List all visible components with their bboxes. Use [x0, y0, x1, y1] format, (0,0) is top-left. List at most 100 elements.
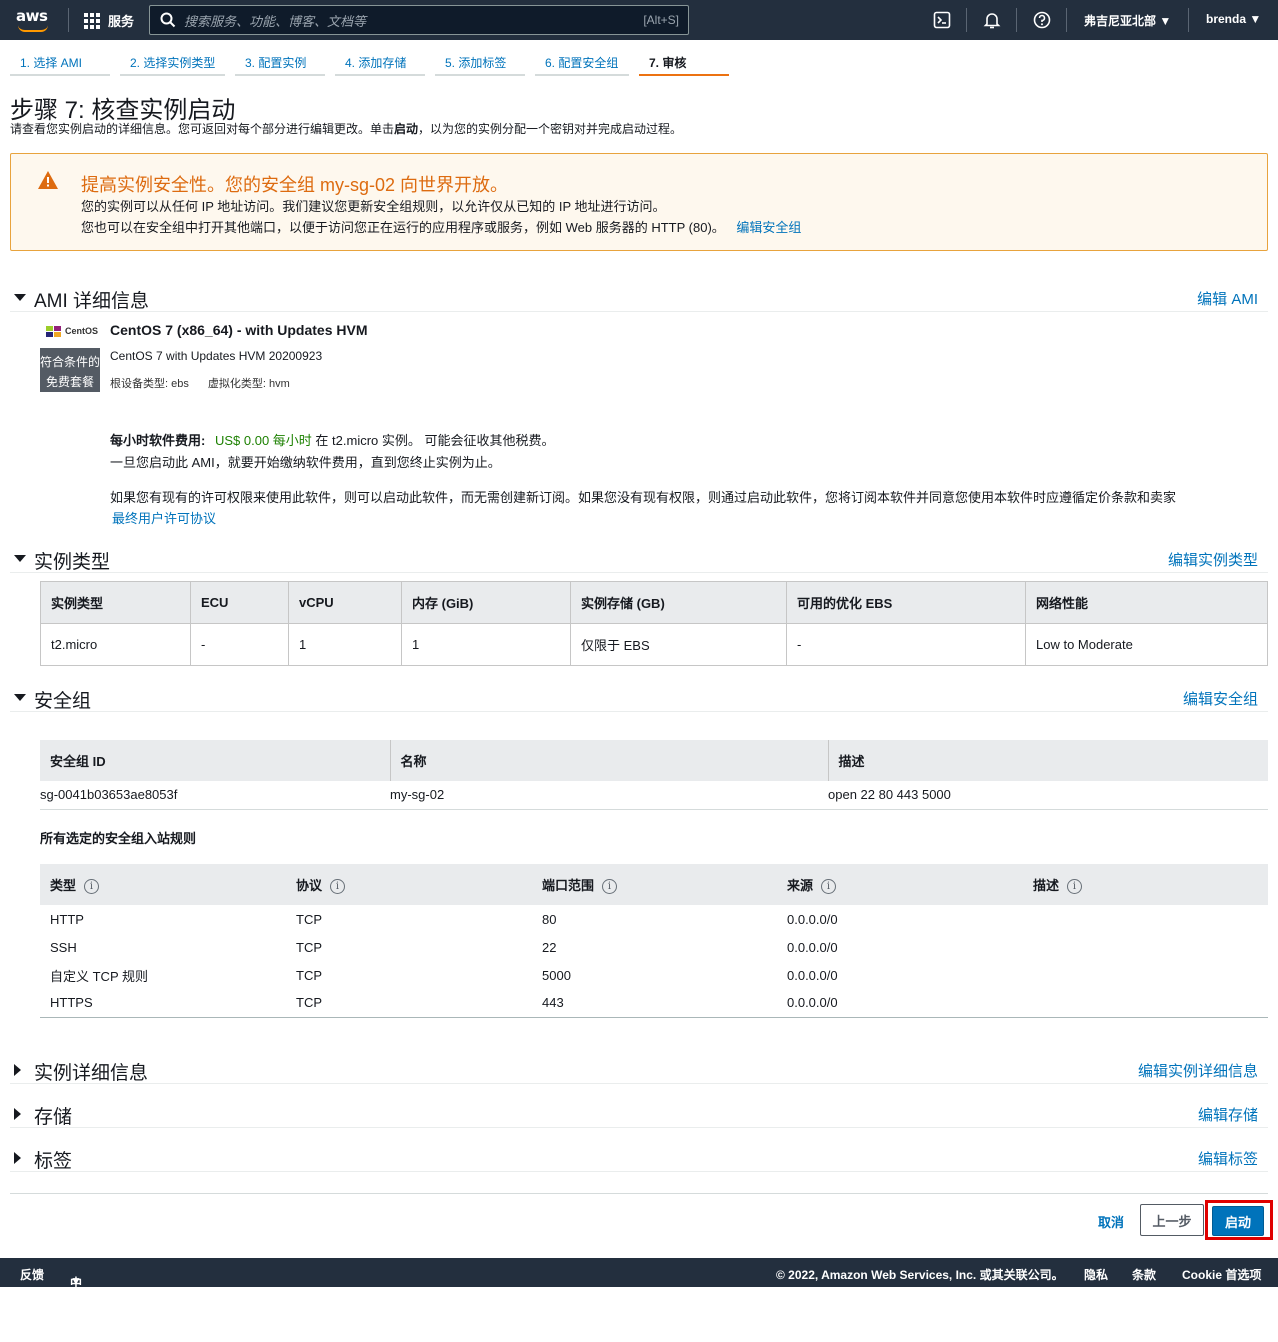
bell-icon[interactable]	[982, 10, 1002, 30]
warning-title: 提高实例安全性。您的安全组 my-sg-02 向世界开放。	[81, 175, 509, 195]
edit-security-group-link[interactable]: 编辑安全组	[1183, 688, 1258, 709]
cancel-button[interactable]: 取消	[1098, 1212, 1124, 1231]
info-icon[interactable]: i	[84, 879, 100, 895]
ami-meta: 根设备类型: ebs 虚拟化类型: hvm	[110, 375, 290, 391]
page-subtitle: 请查看您实例启动的详细信息。您可返回对每个部分进行编辑更改。单击启动，以为您的实…	[10, 120, 682, 137]
info-icon[interactable]: i	[1067, 879, 1083, 895]
edit-instance-type-link[interactable]: 编辑实例类型	[1168, 549, 1258, 570]
privacy-link[interactable]: 隐私	[1084, 1266, 1108, 1283]
info-icon[interactable]: i	[821, 879, 837, 895]
subtitle-text: ，以为您的实例分配一个密钥对并完成启动过程。	[418, 122, 683, 136]
step-add-storage[interactable]: 4. 添加存储	[335, 46, 425, 76]
table-cell: sg-0041b03653ae8053f	[40, 781, 390, 810]
table-header-row: 实例类型 ECU vCPU 内存 (GiB) 实例存储 (GB) 可用的优化 E…	[40, 581, 1268, 624]
table-cell: 5000	[542, 967, 571, 983]
column-header: 可用的优化 EBS	[786, 581, 1026, 624]
edit-tags-link[interactable]: 编辑标签	[1198, 1148, 1258, 1169]
divider	[1066, 8, 1067, 32]
step-review[interactable]: 7. 审核	[639, 46, 729, 76]
caret-right-icon[interactable]	[14, 1152, 22, 1164]
copyright: © 2022, Amazon Web Services, Inc. 或其关联公司…	[776, 1268, 1064, 1282]
section-instance-details: 实例详细信息 编辑实例详细信息	[10, 1058, 1268, 1084]
table-cell: HTTP	[50, 911, 84, 927]
aws-smile-icon	[18, 25, 48, 32]
help-icon[interactable]	[1032, 10, 1052, 30]
section-title[interactable]: 标签	[34, 1146, 72, 1173]
table-row: t2.micro - 1 1 仅限于 EBS - Low to Moderate	[40, 623, 1268, 666]
column-header: 名称	[389, 740, 828, 781]
section-title[interactable]: 安全组	[34, 686, 91, 713]
divider	[1016, 8, 1017, 32]
user-menu[interactable]: brenda ▼	[1206, 12, 1261, 26]
step-configure-instance[interactable]: 3. 配置实例	[235, 46, 325, 76]
column-header: 实例存储 (GB)	[570, 581, 787, 624]
inbound-rules-label: 所有选定的安全组入站规则	[40, 831, 197, 846]
cookie-preferences-link[interactable]: Cookie 首选项	[1182, 1266, 1261, 1283]
badge-line: 符合条件的	[40, 355, 101, 369]
divider	[68, 8, 69, 32]
column-header: vCPU	[288, 581, 402, 624]
step-security-group[interactable]: 6. 配置安全组	[535, 46, 629, 76]
edit-storage-link[interactable]: 编辑存储	[1198, 1104, 1258, 1125]
services-menu[interactable]: 服务	[84, 11, 134, 30]
table-cell: TCP	[296, 939, 322, 955]
column-header-label: 协议	[296, 877, 323, 893]
section-ami: AMI 详细信息 编辑 AMI	[10, 286, 1268, 312]
inbound-rules-table: 类型 i 协议 i 端口范围 i 来源 i 描述 i HTTP TCP 80 0.0.0.…	[40, 864, 1268, 1018]
price-value: US$ 0.00 每小时	[214, 433, 312, 448]
launch-button[interactable]: 启动	[1212, 1206, 1264, 1236]
security-warning: 提高实例安全性。您的安全组 my-sg-02 向世界开放。 您的实例可以从任何 …	[10, 153, 1268, 251]
section-title[interactable]: 实例类型	[34, 547, 110, 574]
caret-right-icon[interactable]	[14, 1108, 22, 1120]
previous-button[interactable]: 上一步	[1140, 1204, 1204, 1236]
search-input[interactable]: 搜索服务、功能、博客、文档等	[184, 11, 643, 30]
section-title[interactable]: AMI 详细信息	[34, 286, 149, 313]
edit-ami-link[interactable]: 编辑 AMI	[1197, 288, 1258, 309]
table-row: HTTP TCP 80 0.0.0.0/0	[40, 905, 1268, 933]
warning-text-2: 您也可以在安全组中打开其他端口，以便于访问您正在运行的应用程序或服务，例如 We…	[81, 220, 725, 235]
column-header: 内存 (GiB)	[401, 581, 571, 624]
caret-down-icon[interactable]	[14, 694, 26, 702]
table-cell: -	[190, 623, 289, 666]
feedback-link[interactable]: 反馈	[20, 1266, 44, 1283]
table-row: HTTPS TCP 443 0.0.0.0/0	[40, 989, 1268, 1018]
price-rest: 在 t2.micro 实例。 可能会征收其他税费。	[315, 433, 555, 448]
info-icon[interactable]: i	[330, 879, 346, 895]
subtitle-text: 请查看您实例启动的详细信息。您可返回对每个部分进行编辑更改。单击	[10, 122, 395, 136]
section-title[interactable]: 实例详细信息	[34, 1058, 148, 1085]
aws-logo[interactable]: aws	[16, 7, 52, 33]
divider	[1188, 8, 1189, 32]
license-text: 如果您有现有的许可权限来使用此软件，则可以启动此软件，而无需创建新订阅。如果您没…	[110, 490, 1177, 505]
edit-instance-details-link[interactable]: 编辑实例详细信息	[1138, 1060, 1258, 1081]
step-instance-type[interactable]: 2. 选择实例类型	[120, 46, 225, 76]
eula-link[interactable]: 最终用户许可协议	[112, 508, 216, 527]
caret-right-icon[interactable]	[14, 1064, 22, 1076]
region-selector[interactable]: 弗吉尼亚北部 ▼	[1084, 12, 1171, 29]
search-icon	[160, 12, 176, 28]
centos-logo: CentOS	[46, 324, 98, 338]
caret-down-icon: ▼	[1249, 12, 1262, 26]
price-label: 每小时软件费用:	[110, 433, 206, 448]
virtualization-type: 虚拟化类型: hvm	[207, 378, 290, 390]
instance-type-table: 实例类型 ECU vCPU 内存 (GiB) 实例存储 (GB) 可用的优化 E…	[40, 581, 1268, 666]
terms-link[interactable]: 条款	[1132, 1266, 1156, 1283]
section-security-group: 安全组 编辑安全组	[10, 686, 1268, 712]
section-title[interactable]: 存储	[34, 1102, 72, 1129]
caret-down-icon[interactable]	[14, 294, 26, 302]
terminal-icon[interactable]	[932, 10, 952, 30]
table-cell: my-sg-02	[390, 781, 828, 810]
step-choose-ami[interactable]: 1. 选择 AMI	[10, 46, 110, 76]
column-header: 端口范围 i	[532, 864, 777, 905]
table-row: 自定义 TCP 规则 TCP 5000 0.0.0.0/0	[40, 961, 1268, 989]
column-header: 安全组 ID	[40, 740, 390, 781]
caret-down-icon[interactable]	[14, 555, 26, 563]
edit-security-group-link[interactable]: 编辑安全组	[736, 220, 801, 235]
table-cell: 自定义 TCP 规则	[50, 968, 148, 984]
search-bar[interactable]: 搜索服务、功能、博客、文档等 [Alt+S]	[149, 5, 689, 35]
top-nav: aws 服务 搜索服务、功能、博客、文档等 [Alt+S] 弗吉尼亚北部 ▼ b…	[0, 0, 1278, 40]
step-add-tags[interactable]: 5. 添加标签	[435, 46, 525, 76]
aws-logo-text: aws	[16, 7, 48, 25]
info-icon[interactable]: i	[602, 879, 618, 895]
table-row: sg-0041b03653ae8053f my-sg-02 open 22 80…	[40, 781, 1268, 810]
column-header-label: 类型	[50, 877, 77, 893]
